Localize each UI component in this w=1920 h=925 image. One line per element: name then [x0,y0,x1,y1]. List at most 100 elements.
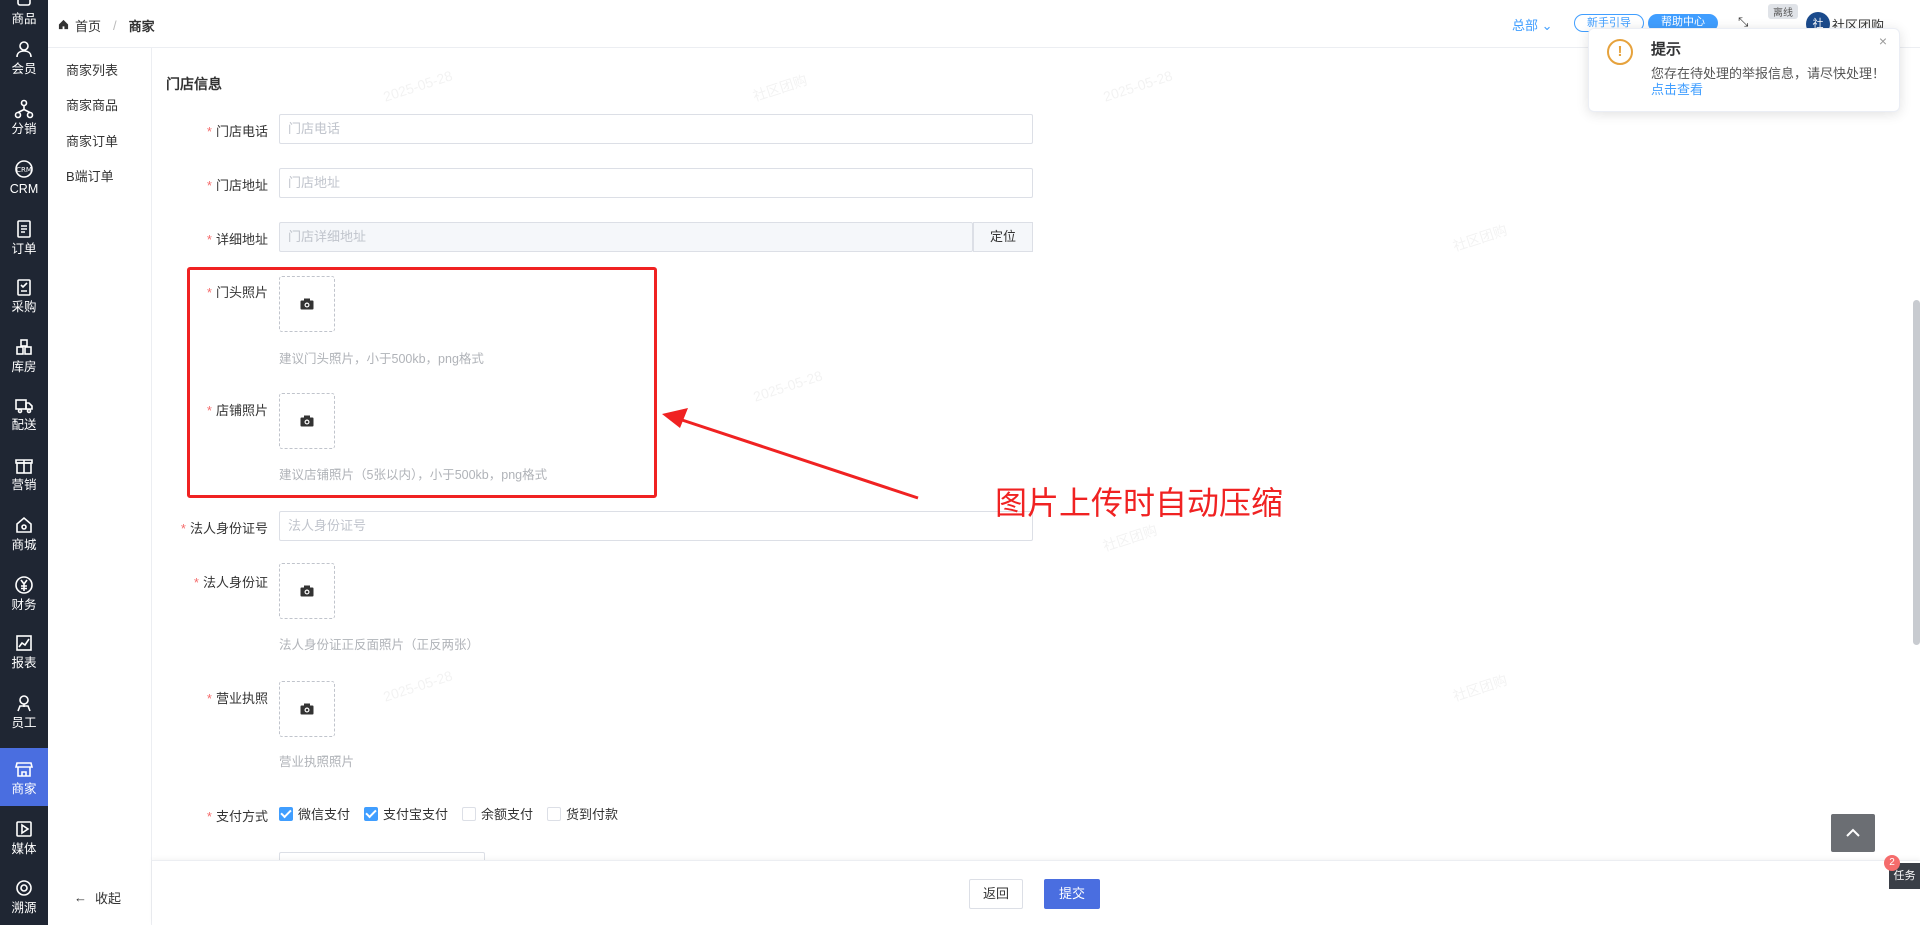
breadcrumb-home[interactable]: 首页 [75,16,101,35]
camera-icon [300,585,314,597]
nav-label: 员工 [11,716,37,730]
nav-item-order[interactable]: 订单 [0,208,48,266]
nav-item-distribution[interactable]: 分销 [0,88,48,146]
store-phone-input[interactable]: 门店电话 [279,114,1033,144]
nav-label: 商城 [11,538,37,552]
checkbox-checked[interactable] [279,806,293,821]
detail-address-input[interactable]: 门店详细地址 [279,222,973,252]
submenu-merchant-list[interactable]: 商家列表 [66,60,118,79]
checkbox-unchecked[interactable] [547,806,562,821]
collapse-button[interactable]: ← 收起 [74,888,121,907]
submit-button[interactable]: 提交 [1044,879,1100,909]
gift-icon [12,454,36,476]
nav-item-merchant[interactable]: 商家 [0,748,48,806]
hq-label: 总部 [1512,18,1539,33]
chevron-down-icon: ⌄ [1541,18,1553,33]
legal-id-label: * 法人身份证 [193,575,268,590]
breadcrumb-separator: / [113,18,117,33]
locate-button[interactable]: 定位 [973,222,1033,252]
purchase-icon [12,276,36,298]
submenu-b-orders[interactable]: B端订单 [66,166,114,185]
nav-item-purchase[interactable]: 采购 [0,266,48,324]
watermark: 社区团购 [1450,671,1510,705]
partial-select-field[interactable] [279,852,485,860]
home-icon [58,18,69,33]
staff-icon [12,692,36,714]
network-icon [12,98,36,120]
section-title: 门店信息 [166,76,222,92]
legal-id-no-input[interactable]: 法人身份证号 [279,511,1033,541]
nav-label: 分销 [11,122,37,136]
nav-label: 媒体 [11,842,37,856]
main-nav: 商品 会员 分销 CRM CRM 订单 采购 库房 配送 营销 商城 财务 报表… [0,0,48,925]
notification-title: 提示 [1651,41,1682,58]
user-icon [12,38,36,60]
license-label: * 营业执照 [206,691,268,706]
payment-alipay-checkbox[interactable]: 支付宝支付 [364,804,448,823]
home-icon [12,514,36,536]
nav-item-mall[interactable]: 商城 [0,504,48,562]
nav-label: 采购 [11,300,37,314]
nav-item-finance[interactable]: 财务 [0,564,48,622]
collapse-label: 收起 [95,891,122,906]
nav-item-staff[interactable]: 员工 [0,682,48,740]
payment-wechat-checkbox[interactable]: 微信支付 [279,804,350,823]
watermark: 2025-05-28 [1101,67,1175,105]
watermark: 社区团购 [1450,221,1510,255]
nav-label: 财务 [11,598,37,612]
breadcrumb-current: 商家 [128,19,155,34]
scrollbar[interactable] [1913,300,1920,645]
chart-icon [12,632,36,654]
task-badge: 2 [1884,855,1900,871]
watermark: 2025-05-28 [381,67,455,105]
submenu-merchant-goods[interactable]: 商家商品 [66,95,118,114]
nav-label: 订单 [11,242,37,256]
back-button[interactable]: 返回 [969,879,1023,909]
truck-icon [12,394,36,416]
nav-item-warehouse[interactable]: 库房 [0,326,48,384]
order-icon [12,218,36,240]
close-icon[interactable]: × [1879,33,1887,49]
nav-item-marketing[interactable]: 营销 [0,444,48,502]
offline-tag: 离线 [1768,4,1798,19]
nav-label: 库房 [11,360,37,374]
nav-item-crm[interactable]: CRM CRM [0,148,48,206]
sub-menu: 商家列表 商家商品 商家订单 B端订单 ← 收起 [48,48,152,925]
watermark: 2025-05-28 [381,667,455,705]
checkbox-unchecked[interactable] [462,806,477,821]
nav-item-media[interactable]: 媒体 [0,808,48,866]
payment-cod-checkbox[interactable]: 货到付款 [547,804,618,823]
nav-item-member[interactable]: 会员 [0,28,48,86]
form-footer: 返回 提交 [152,860,1920,925]
nav-label: CRM [9,182,39,196]
license-hint: 营业执照照片 [279,755,355,769]
watermark: 2025-05-28 [751,367,825,405]
nav-item-report[interactable]: 报表 [0,622,48,680]
legal-id-no-label: * 法人身份证号 [180,521,268,536]
yen-icon [12,574,36,596]
payment-balance-checkbox[interactable]: 余额支付 [462,804,533,823]
nav-item-trace[interactable]: 溯源 [0,867,48,925]
legal-id-upload[interactable] [279,563,335,619]
nav-label: 商家 [11,782,37,796]
hq-selector[interactable]: 总部 ⌄ [1512,15,1553,34]
checkbox-checked[interactable] [364,806,379,821]
payment-options: 微信支付 支付宝支付 余额支付 货到付款 [279,804,618,823]
nav-label: 报表 [11,656,37,670]
notification-link[interactable]: 点击查看 [1651,79,1703,98]
store-address-input[interactable]: 门店地址 [279,168,1033,198]
chevron-up-icon [1846,828,1860,837]
warehouse-icon [12,336,36,358]
license-upload[interactable] [279,681,335,737]
breadcrumb: 首页 / 商家 [58,16,155,35]
trace-icon [12,877,36,899]
warning-icon: ! [1607,39,1633,65]
nav-item-delivery[interactable]: 配送 [0,384,48,442]
store-address-label: * 门店地址 [206,178,268,193]
submenu-merchant-orders[interactable]: 商家订单 [66,131,118,150]
watermark: 社区团购 [750,71,810,105]
legal-id-hint: 法人身份证正反面照片（正反两张） [279,638,480,652]
watermark: 社区团购 [1100,521,1160,555]
back-to-top-button[interactable] [1831,814,1875,852]
nav-label: 商品 [11,12,37,26]
